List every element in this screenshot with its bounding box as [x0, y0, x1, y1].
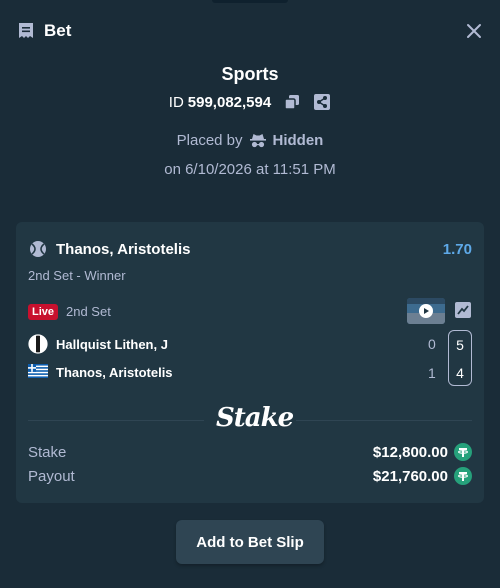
- play-icon[interactable]: [407, 298, 445, 324]
- player-1-flag-icon: [28, 334, 48, 354]
- payout-value: $21,760.00: [372, 468, 448, 485]
- tennis-ball-icon: [30, 241, 46, 257]
- bet-category: Sports: [221, 64, 279, 84]
- bet-id-value: 599,082,594: [187, 93, 272, 111]
- bet-odds: 1.70: [442, 241, 472, 258]
- tether-icon: [454, 443, 472, 461]
- live-stream-thumbnail[interactable]: [407, 298, 445, 324]
- live-badge: Live: [28, 304, 59, 320]
- player-1-current-set-games: 0: [428, 336, 436, 352]
- player-2-current-set-games: 1: [428, 365, 436, 381]
- placed-by-label: Placed by: [176, 132, 243, 149]
- modal-header: Bet: [0, 0, 500, 62]
- modal-title: Bet: [44, 21, 72, 40]
- market-name: 2nd Set - Winner: [28, 268, 126, 283]
- stats-icon[interactable]: [454, 301, 472, 319]
- share-icon[interactable]: [313, 93, 331, 111]
- period-label: 2nd Set: [66, 304, 111, 319]
- placed-by-row: Placed by Hidden: [0, 132, 500, 149]
- add-to-bet-slip-button[interactable]: Add to Bet Slip: [176, 520, 324, 564]
- stake-label: Stake: [28, 444, 67, 461]
- sets-score-box: 5 4: [448, 330, 472, 386]
- player-1-name: Hallquist Lithen, J: [56, 337, 168, 352]
- greece-flag-icon: [28, 364, 48, 378]
- bet-card: Thanos, Aristotelis 1.70 2nd Set - Winne…: [16, 222, 484, 503]
- stake-logo: Stake: [216, 403, 294, 433]
- placed-by-name: Hidden: [272, 132, 324, 149]
- player-2-sets: 4: [456, 365, 464, 381]
- bet-id-row: ID 599,082,594: [0, 91, 500, 113]
- stake-value: $12,800.00: [372, 444, 448, 461]
- payout-label: Payout: [28, 468, 75, 485]
- player-1-sets: 5: [456, 337, 464, 353]
- divider: [28, 420, 204, 421]
- copy-icon[interactable]: [283, 93, 301, 111]
- placed-datetime: on 6/10/2026 at 11:51 PM: [164, 161, 336, 178]
- close-icon[interactable]: [464, 21, 484, 41]
- receipt-icon: [19, 23, 33, 38]
- player-2-name: Thanos, Aristotelis: [56, 365, 173, 380]
- incognito-icon: [249, 133, 266, 147]
- tether-icon: [454, 467, 472, 485]
- selection-name: Thanos, Aristotelis: [56, 241, 191, 258]
- bet-id-label: ID: [168, 93, 184, 111]
- divider: [296, 420, 472, 421]
